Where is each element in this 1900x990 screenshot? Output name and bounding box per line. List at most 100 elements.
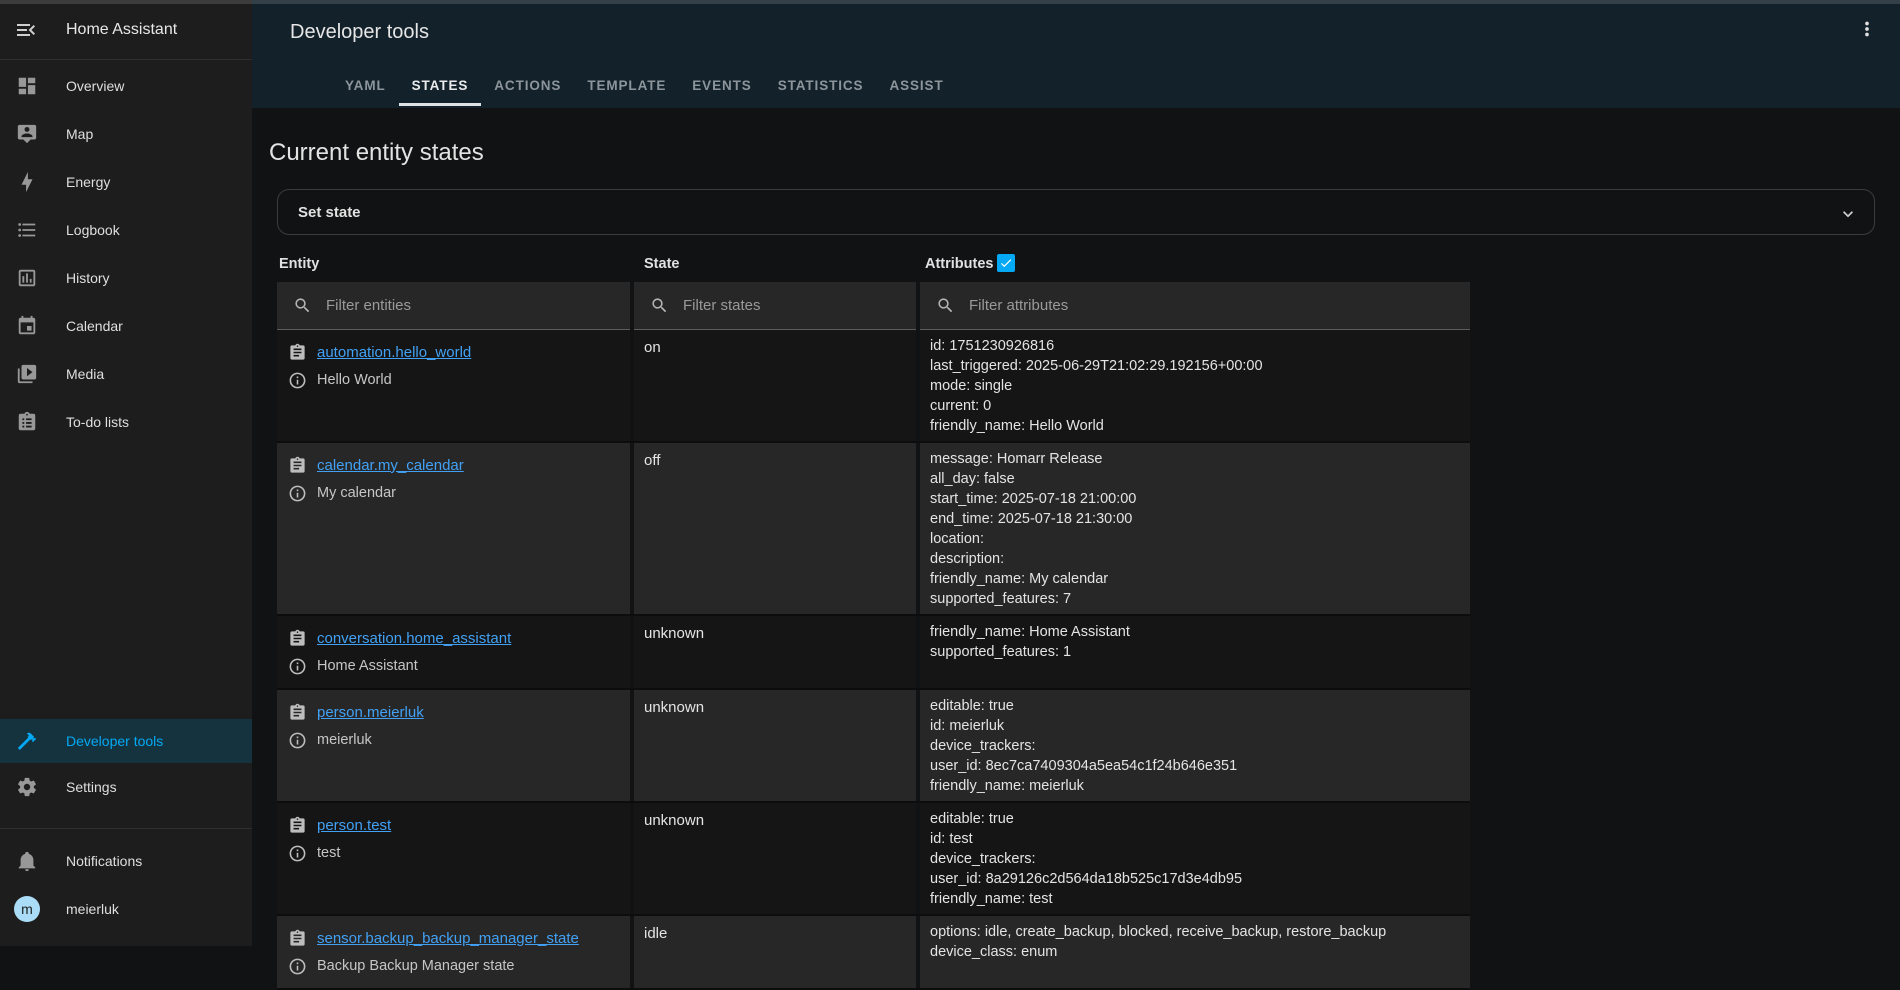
entity-id-link[interactable]: automation.hello_world	[317, 344, 471, 361]
tab-statistics[interactable]: STATISTICS	[765, 62, 877, 108]
attribute-line: device_trackers:	[930, 849, 1470, 869]
info-icon[interactable]	[285, 957, 309, 976]
state-cell: unknown	[630, 803, 916, 914]
attribute-line: current: 0	[930, 396, 1470, 416]
sidebar-divider	[0, 828, 252, 829]
tab-assist[interactable]: ASSIST	[876, 62, 956, 108]
attribute-line: friendly_name: Hello World	[930, 416, 1470, 436]
attributes-checkbox[interactable]	[997, 254, 1015, 272]
sidebar-item-label: To-do lists	[66, 414, 129, 430]
entity-cell: person.meierluk meierluk	[277, 690, 630, 801]
filter-attributes-input[interactable]	[969, 297, 1470, 314]
state-cell: on	[630, 330, 916, 441]
tab-yaml[interactable]: YAML	[332, 62, 399, 108]
cog-icon	[15, 776, 39, 798]
table-row: sensor.backup_backup_manager_state Backu…	[277, 916, 1470, 990]
attribute-line: device_trackers:	[930, 736, 1470, 756]
play-box-multiple-icon	[15, 363, 39, 385]
entity-id-link[interactable]: sensor.backup_backup_manager_state	[317, 930, 579, 947]
entity-id-link[interactable]: person.meierluk	[317, 704, 424, 721]
filter-entities-input[interactable]	[326, 297, 630, 314]
tab-events[interactable]: EVENTS	[679, 62, 764, 108]
tab-label: STATISTICS	[778, 78, 864, 93]
hammer-icon	[15, 730, 39, 752]
sidebar-item-label: Map	[66, 126, 93, 142]
tab-label: EVENTS	[692, 78, 751, 93]
sidebar-item-settings[interactable]: Settings	[0, 763, 252, 811]
attributes-cell: friendly_name: Home Assistantsupported_f…	[916, 616, 1470, 688]
sidebar-item-developer-tools[interactable]: Developer tools	[0, 719, 252, 763]
tab-template[interactable]: TEMPLATE	[574, 62, 679, 108]
sidebar-item-history[interactable]: History	[0, 254, 252, 302]
app-title: Home Assistant	[66, 21, 177, 39]
check-icon	[999, 256, 1013, 270]
sidebar-item-user[interactable]: m meierluk	[0, 885, 252, 933]
entity-filter	[277, 282, 630, 330]
copy-entity-id-icon[interactable]	[285, 816, 309, 835]
attribute-line: friendly_name: meierluk	[930, 776, 1470, 796]
tab-actions[interactable]: ACTIONS	[481, 62, 574, 108]
entity-table-body: automation.hello_world Hello World on id…	[277, 330, 1470, 990]
sidebar-item-map[interactable]: Map	[0, 110, 252, 158]
entity-id-link[interactable]: conversation.home_assistant	[317, 630, 511, 647]
view-dashboard-icon	[15, 75, 39, 97]
copy-entity-id-icon[interactable]	[285, 929, 309, 948]
sidebar-item-overview[interactable]: Overview	[0, 62, 252, 110]
chevron-down-icon[interactable]	[1838, 204, 1858, 224]
filter-row	[277, 282, 1470, 330]
sidebar-footer: Notifications m meierluk	[0, 837, 252, 933]
copy-entity-id-icon[interactable]	[285, 629, 309, 648]
entity-id-link[interactable]: calendar.my_calendar	[317, 457, 464, 474]
calendar-icon	[15, 315, 39, 337]
tab-label: YAML	[345, 78, 386, 93]
sidebar-item-media[interactable]: Media	[0, 350, 252, 398]
search-icon	[293, 296, 312, 315]
info-icon[interactable]	[285, 731, 309, 750]
info-icon[interactable]	[285, 484, 309, 503]
attribute-line: user_id: 8ec7ca7409304a5ea54c1f24b646e35…	[930, 756, 1470, 776]
sidebar: Home Assistant Overview Map Energy Logbo…	[0, 0, 252, 946]
tab-label: ASSIST	[889, 78, 943, 93]
entity-cell: automation.hello_world Hello World	[277, 330, 630, 441]
entity-friendly-name: meierluk	[317, 732, 372, 748]
sidebar-item-label: Energy	[66, 174, 110, 190]
set-state-expander[interactable]: Set state	[277, 189, 1875, 235]
copy-entity-id-icon[interactable]	[285, 703, 309, 722]
sidebar-item-logbook[interactable]: Logbook	[0, 206, 252, 254]
sidebar-item-energy[interactable]: Energy	[0, 158, 252, 206]
state-cell: idle	[630, 916, 916, 988]
sidebar-item-label: Logbook	[66, 222, 120, 238]
filter-states-input[interactable]	[683, 297, 916, 314]
sidebar-item-to-do-lists[interactable]: To-do lists	[0, 398, 252, 446]
attribute-line: friendly_name: Home Assistant	[930, 622, 1470, 642]
tab-label: STATES	[412, 78, 469, 93]
menu-open-icon[interactable]	[14, 18, 38, 42]
table-row: calendar.my_calendar My calendar off mes…	[277, 443, 1470, 616]
copy-entity-id-icon[interactable]	[285, 456, 309, 475]
tooltip-account-icon	[15, 123, 39, 145]
attribute-line: all_day: false	[930, 469, 1470, 489]
info-icon[interactable]	[285, 657, 309, 676]
copy-entity-id-icon[interactable]	[285, 343, 309, 362]
entity-id-link[interactable]: person.test	[317, 817, 391, 834]
info-icon[interactable]	[285, 371, 309, 390]
page-title: Developer tools	[290, 21, 429, 44]
info-icon[interactable]	[285, 844, 309, 863]
tab-states[interactable]: STATES	[399, 62, 482, 108]
bell-icon	[15, 850, 39, 872]
sidebar-item-calendar[interactable]: Calendar	[0, 302, 252, 350]
attribute-line: editable: true	[930, 696, 1470, 716]
overflow-menu-icon[interactable]	[1856, 18, 1878, 40]
attribute-line: device_class: enum	[930, 942, 1470, 962]
entity-cell: person.test test	[277, 803, 630, 914]
attribute-line: supported_features: 7	[930, 589, 1470, 609]
attribute-line: friendly_name: My calendar	[930, 569, 1470, 589]
attribute-line: user_id: 8a29126c2d564da18b525c17d3e4db9…	[930, 869, 1470, 889]
table-row: automation.hello_world Hello World on id…	[277, 330, 1470, 443]
attribute-line: friendly_name: test	[930, 889, 1470, 909]
tab-active-indicator	[399, 103, 482, 106]
attributes-cell: message: Homarr Releaseall_day: falsesta…	[916, 443, 1470, 614]
attributes-cell: id: 1751230926816last_triggered: 2025-06…	[916, 330, 1470, 441]
user-name: meierluk	[66, 901, 119, 917]
sidebar-item-notifications[interactable]: Notifications	[0, 837, 252, 885]
